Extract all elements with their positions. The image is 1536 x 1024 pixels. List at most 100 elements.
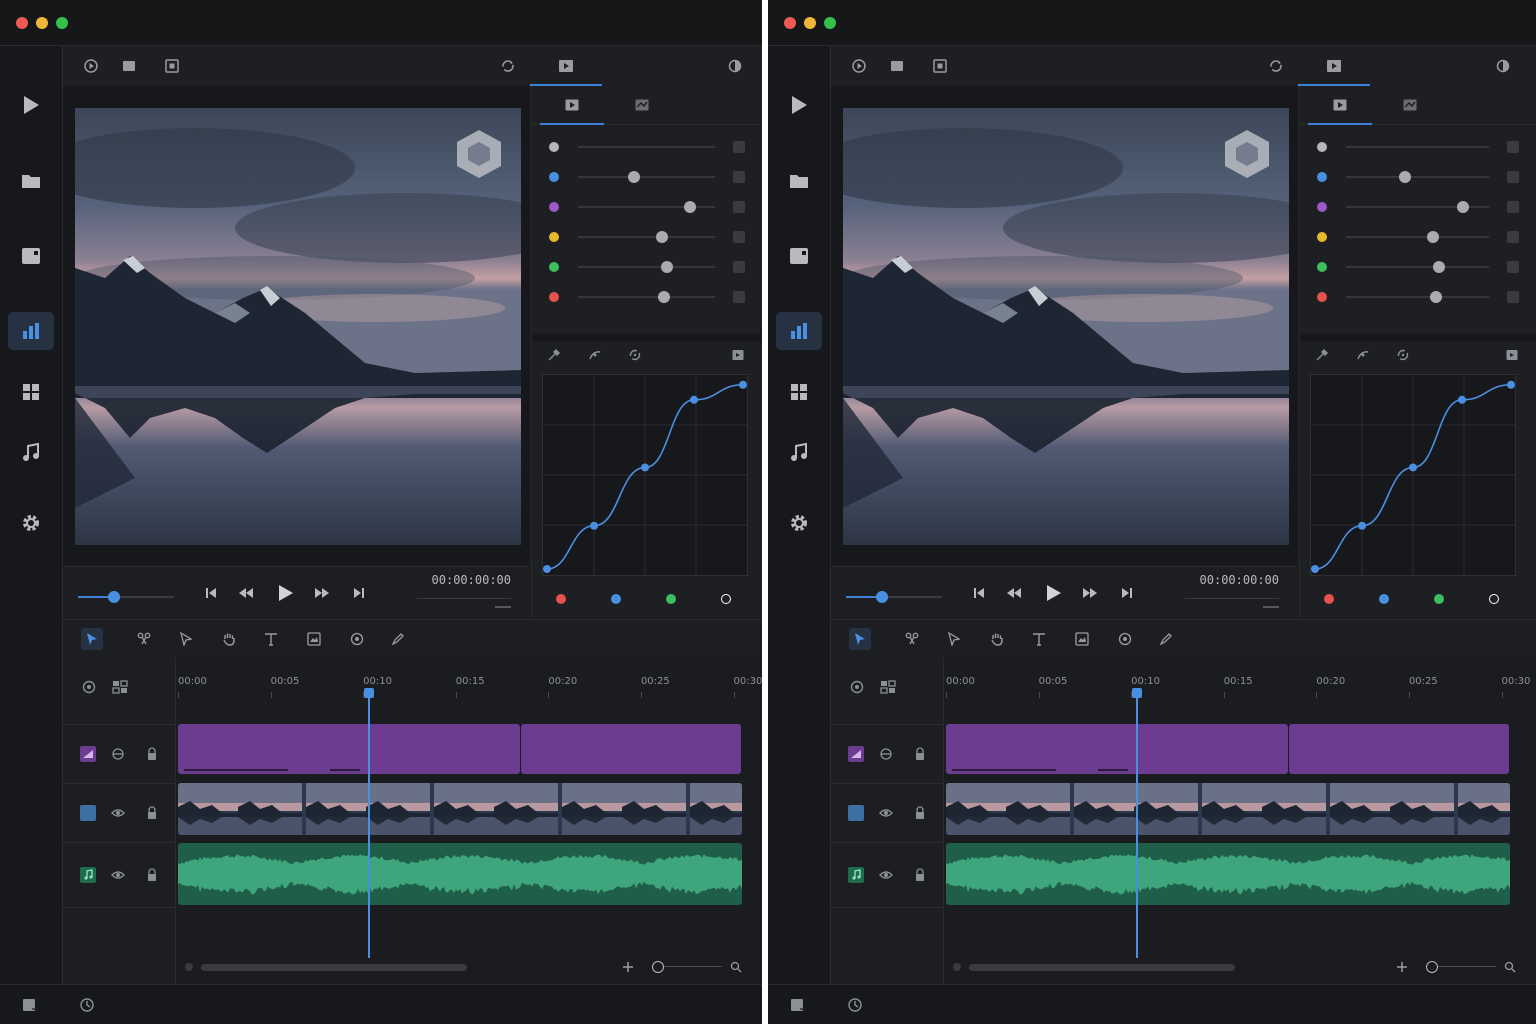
title-clip-1[interactable] bbox=[946, 724, 1288, 774]
visibility-all-icon[interactable] bbox=[849, 680, 865, 694]
color-slider-track[interactable] bbox=[578, 201, 715, 213]
stop-button[interactable] bbox=[121, 58, 137, 74]
track-header-title[interactable] bbox=[63, 725, 175, 784]
slider-reset-button[interactable] bbox=[1507, 261, 1519, 273]
minimize-window-button[interactable] bbox=[36, 17, 48, 29]
title-clip-2[interactable] bbox=[521, 724, 741, 774]
export-icon[interactable] bbox=[790, 997, 806, 1013]
contrast-button[interactable] bbox=[1495, 58, 1511, 74]
sidebar-item-color[interactable] bbox=[776, 312, 822, 350]
snap-icon[interactable] bbox=[112, 680, 128, 694]
channel-blue-button[interactable] bbox=[1379, 594, 1389, 604]
track-header-title[interactable] bbox=[831, 725, 943, 784]
eyedropper-button[interactable] bbox=[1315, 348, 1329, 362]
color-slider-track[interactable] bbox=[578, 231, 715, 243]
channel-luma-button[interactable] bbox=[1489, 594, 1499, 604]
pen-tool[interactable] bbox=[1155, 628, 1177, 650]
color-slider-track[interactable] bbox=[1346, 261, 1489, 273]
sync-button[interactable] bbox=[500, 58, 516, 74]
razor-tool[interactable] bbox=[901, 628, 923, 650]
snap-icon[interactable] bbox=[880, 680, 896, 694]
eye-icon[interactable] bbox=[879, 806, 893, 820]
sidebar-item-settings[interactable] bbox=[776, 504, 822, 542]
pen-tool[interactable] bbox=[387, 628, 409, 650]
sidebar-item-files[interactable] bbox=[776, 162, 822, 200]
contrast-button[interactable] bbox=[727, 58, 743, 74]
viewer-tab-button[interactable] bbox=[1326, 58, 1342, 74]
color-slider-knob[interactable] bbox=[661, 261, 674, 273]
curve-menu-button[interactable] bbox=[1505, 348, 1519, 362]
maximize-window-button[interactable] bbox=[824, 17, 836, 29]
visibility-all-icon[interactable] bbox=[81, 680, 97, 694]
color-slider-track[interactable] bbox=[578, 171, 715, 183]
sidebar-item-settings[interactable] bbox=[8, 504, 54, 542]
preview-frame[interactable] bbox=[843, 108, 1289, 545]
step-back-button[interactable] bbox=[238, 585, 254, 601]
audio-clip[interactable] bbox=[946, 843, 1510, 905]
scrollbar-thumb[interactable] bbox=[201, 964, 467, 971]
video-clip[interactable] bbox=[178, 783, 742, 835]
skip-to-end-button[interactable] bbox=[351, 585, 367, 601]
slider-reset-button[interactable] bbox=[733, 171, 745, 183]
scrollbar-thumb[interactable] bbox=[969, 964, 1235, 971]
skip-to-end-button[interactable] bbox=[1119, 585, 1135, 601]
step-forward-button[interactable] bbox=[314, 585, 330, 601]
playback-mode-button[interactable] bbox=[83, 58, 99, 74]
lock-icon[interactable] bbox=[913, 806, 927, 820]
text-tool[interactable] bbox=[1028, 628, 1050, 650]
skip-to-start-button[interactable] bbox=[971, 585, 987, 601]
direct-select-tool[interactable] bbox=[943, 628, 965, 650]
zoom-slider-knob[interactable] bbox=[652, 961, 664, 973]
color-slider-knob[interactable] bbox=[658, 291, 671, 303]
color-slider-knob[interactable] bbox=[1398, 171, 1411, 183]
sidebar-item-color[interactable] bbox=[8, 312, 54, 350]
slider-reset-button[interactable] bbox=[1507, 171, 1519, 183]
channel-green-button[interactable] bbox=[666, 594, 676, 604]
sidebar-item-media[interactable] bbox=[776, 86, 822, 124]
razor-tool[interactable] bbox=[133, 628, 155, 650]
eye-icon[interactable] bbox=[111, 806, 125, 820]
scrub-slider[interactable] bbox=[846, 591, 942, 603]
slider-reset-button[interactable] bbox=[733, 201, 745, 213]
title-clip-2[interactable] bbox=[1289, 724, 1509, 774]
channel-green-button[interactable] bbox=[1434, 594, 1444, 604]
color-slider-knob[interactable] bbox=[684, 201, 697, 213]
minimize-window-button[interactable] bbox=[804, 17, 816, 29]
playhead[interactable] bbox=[1132, 688, 1143, 958]
sidebar-item-layout[interactable] bbox=[8, 373, 54, 411]
channel-red-button[interactable] bbox=[1324, 594, 1334, 604]
smooth-curve-button[interactable] bbox=[588, 348, 602, 362]
eye-icon[interactable] bbox=[111, 868, 125, 882]
lock-icon[interactable] bbox=[913, 747, 927, 761]
step-forward-button[interactable] bbox=[1082, 585, 1098, 601]
sidebar-item-layout[interactable] bbox=[776, 373, 822, 411]
zoom-in-icon[interactable] bbox=[1396, 961, 1408, 973]
image-tool[interactable] bbox=[303, 628, 325, 650]
select-tool[interactable] bbox=[81, 628, 103, 650]
smooth-curve-button[interactable] bbox=[1356, 348, 1370, 362]
color-slider-knob[interactable] bbox=[628, 171, 641, 183]
slider-reset-button[interactable] bbox=[1507, 291, 1519, 303]
tone-curve-editor[interactable] bbox=[542, 374, 748, 576]
tab-scopes[interactable] bbox=[610, 86, 674, 124]
sidebar-item-audio[interactable] bbox=[776, 434, 822, 472]
skip-to-start-button[interactable] bbox=[203, 585, 219, 601]
history-icon[interactable] bbox=[79, 997, 95, 1013]
speed-tool[interactable] bbox=[346, 628, 368, 650]
track-header-video[interactable] bbox=[63, 784, 175, 843]
scrub-knob[interactable] bbox=[108, 591, 121, 603]
maximize-window-button[interactable] bbox=[56, 17, 68, 29]
preview-frame[interactable] bbox=[75, 108, 521, 545]
lock-icon[interactable] bbox=[145, 806, 159, 820]
zoom-slider-track[interactable] bbox=[658, 966, 722, 967]
direct-select-tool[interactable] bbox=[175, 628, 197, 650]
play-button[interactable] bbox=[275, 583, 295, 603]
sidebar-item-clips[interactable] bbox=[8, 237, 54, 275]
hand-tool[interactable] bbox=[218, 628, 240, 650]
zoom-slider-knob[interactable] bbox=[1426, 961, 1438, 973]
color-slider-track[interactable] bbox=[1346, 171, 1489, 183]
export-icon[interactable] bbox=[22, 997, 38, 1013]
lock-icon[interactable] bbox=[145, 868, 159, 882]
record-button[interactable] bbox=[164, 58, 180, 74]
slider-reset-button[interactable] bbox=[733, 291, 745, 303]
